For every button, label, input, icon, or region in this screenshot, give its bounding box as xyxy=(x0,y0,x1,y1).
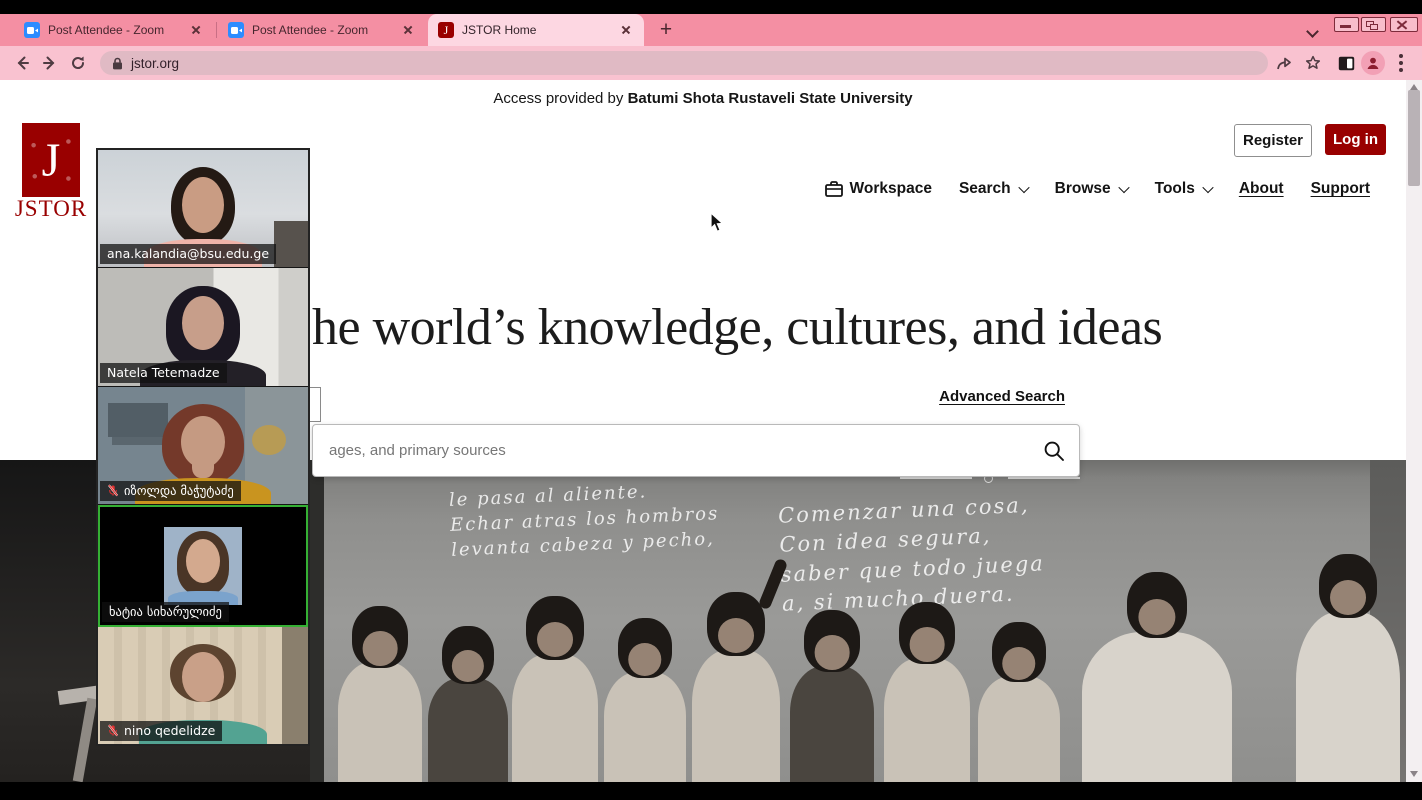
browser-tab-strip: Post Attendee - Zoom Post Attendee - Zoo… xyxy=(0,14,1422,46)
nav-browse[interactable]: Browse xyxy=(1055,180,1128,198)
child-silhouette xyxy=(604,618,686,782)
tab-title: Post Attendee - Zoom xyxy=(252,23,392,37)
jstor-wordmark[interactable]: JSTOR xyxy=(14,196,88,222)
video-tile-ana[interactable]: ana.kalandia@bsu.edu.ge xyxy=(98,150,308,268)
scroll-down-icon[interactable] xyxy=(1410,771,1418,777)
close-button[interactable] xyxy=(1390,17,1418,32)
tab-title: Post Attendee - Zoom xyxy=(48,23,180,37)
bookmark-star-icon[interactable] xyxy=(1301,51,1325,75)
tab-close-icon[interactable] xyxy=(188,22,204,38)
tab-title: JSTOR Home xyxy=(462,23,610,37)
jstor-favicon: J xyxy=(438,22,454,38)
scrollbar-thumb[interactable] xyxy=(1408,90,1420,186)
video-tile-khatia-active-speaker[interactable]: ხატია სიხარულიძე xyxy=(98,505,308,626)
person-icon xyxy=(1366,56,1380,70)
participant-name-label: Natela Tetemadze xyxy=(100,363,227,383)
access-institution: Batumi Shota Rustaveli State University xyxy=(628,90,913,107)
chevron-down-icon xyxy=(1018,182,1029,193)
search-input[interactable] xyxy=(313,425,1079,476)
child-silhouette xyxy=(512,596,598,782)
profile-photo xyxy=(164,527,242,605)
nav-support[interactable]: Support xyxy=(1311,180,1370,198)
tab-zoom-1[interactable]: Post Attendee - Zoom xyxy=(14,14,214,46)
child-silhouette-raised-hand xyxy=(692,592,780,782)
back-icon[interactable] xyxy=(10,51,34,75)
tab-jstor-active[interactable]: J JSTOR Home xyxy=(428,14,644,46)
nav-workspace[interactable]: Workspace xyxy=(825,180,932,198)
tab-zoom-2[interactable]: Post Attendee - Zoom xyxy=(218,14,426,46)
letterbox-top xyxy=(0,0,1422,14)
child-in-blanket xyxy=(1082,572,1232,782)
screen: Post Attendee - Zoom Post Attendee - Zoo… xyxy=(0,0,1422,800)
zoom-favicon xyxy=(24,22,40,38)
zoom-favicon xyxy=(228,22,244,38)
access-prefix: Access provided by xyxy=(493,90,627,107)
zoom-participants-panel: ana.kalandia@bsu.edu.ge Natela Tetemadze… xyxy=(96,148,310,746)
participant-name-label: nino qedelidze xyxy=(100,721,222,741)
chevron-down-icon xyxy=(1118,182,1129,193)
hero-heading: he world’s knowledge, cultures, and idea… xyxy=(312,298,1162,357)
child-silhouette xyxy=(428,626,508,782)
tab-close-icon[interactable] xyxy=(618,22,634,38)
page-scrollbar[interactable] xyxy=(1406,80,1422,782)
chalkboard-edge xyxy=(310,460,324,782)
child-silhouette xyxy=(884,602,970,782)
child-silhouette xyxy=(338,606,422,782)
access-banner: Access provided by Batumi Shota Rustavel… xyxy=(0,90,1406,107)
register-button[interactable]: Register xyxy=(1234,124,1312,157)
tab-close-icon[interactable] xyxy=(400,22,416,38)
nav-tools[interactable]: Tools xyxy=(1155,180,1212,198)
minimize-button[interactable] xyxy=(1334,17,1359,32)
forward-icon[interactable] xyxy=(38,51,62,75)
side-panel-icon[interactable] xyxy=(1334,51,1358,75)
jstor-logo[interactable]: J xyxy=(22,123,80,197)
advanced-search-link[interactable]: Advanced Search xyxy=(939,388,1065,405)
restore-button[interactable] xyxy=(1361,17,1386,32)
login-button[interactable]: Log in xyxy=(1325,124,1386,155)
participant-name-label: იზოლდა მაჭუტაძე xyxy=(100,481,241,501)
reload-icon[interactable] xyxy=(66,51,90,75)
browser-menu-kebab-icon[interactable] xyxy=(1399,54,1403,72)
tab-search-chevron-icon[interactable] xyxy=(1308,25,1318,35)
participant-name-label: ana.kalandia@bsu.edu.ge xyxy=(100,244,276,264)
tab-separator xyxy=(216,22,217,38)
child-in-blanket xyxy=(1296,554,1400,782)
search-icon[interactable] xyxy=(1043,440,1065,467)
briefcase-icon xyxy=(825,181,843,197)
mic-muted-icon xyxy=(107,484,119,497)
child-silhouette xyxy=(790,610,874,782)
participant-name-label: ხატია სიხარულიძე xyxy=(102,602,229,622)
new-tab-button[interactable]: + xyxy=(653,17,679,43)
url-omnibox[interactable]: jstor.org xyxy=(100,51,1268,75)
video-tile-natela[interactable]: Natela Tetemadze xyxy=(98,268,308,386)
mouse-cursor xyxy=(710,212,725,238)
child-silhouette xyxy=(978,622,1060,782)
url-text: jstor.org xyxy=(131,56,179,71)
nav-search[interactable]: Search xyxy=(959,180,1028,198)
search-bar xyxy=(312,424,1080,477)
nav-about[interactable]: About xyxy=(1239,180,1284,198)
chevron-down-icon xyxy=(1202,182,1213,193)
video-tile-izolda[interactable]: იზოლდა მაჭუტაძე xyxy=(98,387,308,505)
video-tile-nino[interactable]: nino qedelidze xyxy=(98,627,308,744)
letterbox-bottom xyxy=(0,782,1422,800)
chalk-text-right: Comenzar una cosa, Con idea segura, sabe… xyxy=(778,490,1047,619)
profile-avatar[interactable] xyxy=(1361,51,1385,75)
main-navigation: Workspace Search Browse Tools About Supp… xyxy=(825,180,1370,198)
share-icon[interactable] xyxy=(1272,51,1296,75)
mic-muted-icon xyxy=(107,724,119,737)
browser-address-bar: jstor.org xyxy=(0,46,1422,80)
chalk-text-left: le pasa al aliente. Echar atras los homb… xyxy=(448,476,720,563)
lock-icon xyxy=(112,57,123,70)
